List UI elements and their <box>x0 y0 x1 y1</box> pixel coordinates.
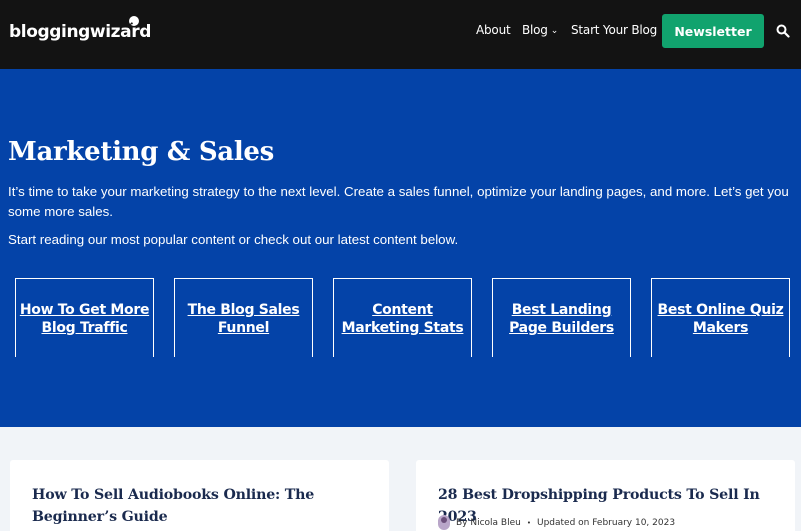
featured-link-quiz-makers[interactable]: Best Online Quiz Makers <box>651 278 790 357</box>
nav-blog-label: Blog <box>522 23 548 37</box>
featured-link-sales-funnel[interactable]: The Blog Sales Funnel <box>174 278 313 357</box>
featured-link-blog-traffic[interactable]: How To Get More Blog Traffic <box>15 278 154 357</box>
featured-link-label: The Blog Sales Funnel <box>187 302 300 336</box>
nav-start-your-blog[interactable]: Start Your Blog <box>571 23 657 37</box>
page-title: Marketing & Sales <box>8 137 275 167</box>
chevron-down-icon: ⌄ <box>550 26 559 36</box>
avatar <box>438 515 450 530</box>
featured-link-label: How To Get More Blog Traffic <box>19 302 150 336</box>
meta-separator: • <box>526 518 531 527</box>
article-meta: By Nicola Bleu • Updated on February 10,… <box>438 515 675 530</box>
featured-link-landing-page-builders[interactable]: Best Landing Page Builders <box>492 278 631 357</box>
nav-about[interactable]: About <box>476 23 511 37</box>
featured-link-label: Content Marketing Stats <box>341 302 464 336</box>
author-name[interactable]: By Nicola Bleu <box>456 518 521 528</box>
article-title[interactable]: How To Sell Audiobooks Online: The Begin… <box>32 484 332 528</box>
search-icon[interactable] <box>776 24 790 38</box>
featured-link-label: Best Online Quiz Makers <box>657 302 784 336</box>
nav-blog[interactable]: Blog ⌄ <box>522 23 558 37</box>
wizard-hat-icon <box>129 16 139 26</box>
featured-link-label: Best Landing Page Builders <box>509 302 614 336</box>
hero-description: It’s time to take your marketing strateg… <box>8 184 789 219</box>
article-card: 28 Best Dropshipping Products To Sell In… <box>416 460 795 531</box>
featured-link-content-stats[interactable]: Content Marketing Stats <box>333 278 472 357</box>
article-card: How To Sell Audiobooks Online: The Begin… <box>10 460 389 531</box>
site-header: bloggingwizard About Blog ⌄ Start Your Bl… <box>0 0 801 69</box>
updated-date: Updated on February 10, 2023 <box>536 517 676 528</box>
category-hero: Marketing & Sales It’s time to take your… <box>0 69 801 427</box>
hero-subtext: Start reading our most popular content o… <box>8 232 459 247</box>
newsletter-button[interactable]: Newsletter <box>662 14 764 48</box>
